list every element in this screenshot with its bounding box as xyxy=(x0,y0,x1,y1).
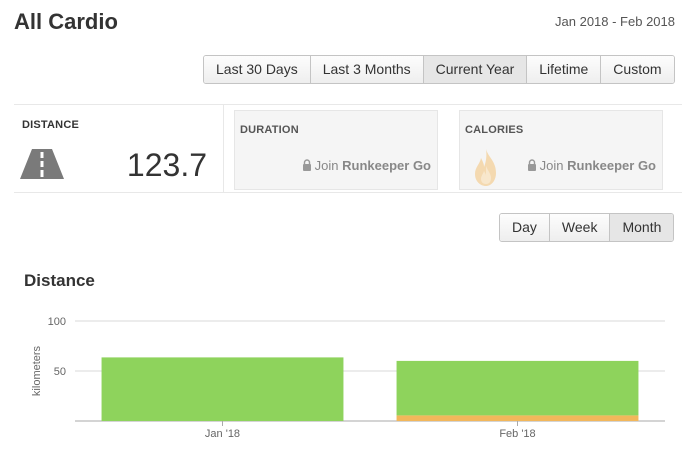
lifetime-button[interactable]: Lifetime xyxy=(526,56,601,83)
calories-label: CALORIES xyxy=(465,124,524,136)
join-runkeeper-go-link[interactable]: Join Runkeeper Go xyxy=(527,158,656,173)
current-year-button[interactable]: Current Year xyxy=(422,56,527,83)
brand-text: Runkeeper Go xyxy=(567,158,656,173)
y-tick-label: 50 xyxy=(54,366,66,378)
x-tick-label: Feb '18 xyxy=(499,428,535,440)
distance-value: 123.7 xyxy=(126,147,207,183)
distance-label: DISTANCE xyxy=(22,119,80,131)
duration-label: DURATION xyxy=(240,124,299,136)
granularity-selector: Day Week Month xyxy=(499,213,675,242)
y-axis-label: kilometers xyxy=(31,345,43,396)
day-button[interactable]: Day xyxy=(500,214,549,241)
lock-icon xyxy=(302,159,311,171)
calories-stat[interactable]: CALORIES Join Runkeeper Go xyxy=(459,110,663,190)
y-tick-label: 100 xyxy=(48,316,66,328)
date-range-selector: Last 30 Days Last 3 Months Current Year … xyxy=(203,55,675,84)
distance-chart: 50 100 kilometers Jan '18 Feb '18 xyxy=(31,316,665,440)
week-button[interactable]: Week xyxy=(548,214,610,241)
brand-text: Runkeeper Go xyxy=(342,158,431,173)
section-title: Distance xyxy=(24,271,95,290)
page-title: All Cardio xyxy=(14,9,118,34)
distance-stat: DISTANCE 123.7 xyxy=(14,105,224,193)
join-runkeeper-go-link[interactable]: Join Runkeeper Go xyxy=(302,158,431,173)
month-button[interactable]: Month xyxy=(609,214,674,241)
join-text: Join xyxy=(314,158,343,173)
bar-1-series-1 xyxy=(396,415,639,421)
date-range: Jan 2018 - Feb 2018 xyxy=(555,14,675,29)
custom-button[interactable]: Custom xyxy=(600,56,674,83)
last-3-months-button[interactable]: Last 3 Months xyxy=(309,56,423,83)
duration-stat[interactable]: DURATION Join Runkeeper Go xyxy=(234,110,438,190)
join-text: Join xyxy=(539,158,568,173)
lock-icon xyxy=(527,159,536,171)
stats-row: DISTANCE 123.7 DURATION Join Runkeeper G… xyxy=(14,104,682,193)
bar-1-series-0 xyxy=(396,360,639,416)
bar-0-series-0 xyxy=(101,357,344,421)
road-icon xyxy=(20,149,64,179)
x-tick-label: Jan '18 xyxy=(205,428,240,440)
last-30-days-button[interactable]: Last 30 Days xyxy=(204,56,310,83)
flame-icon xyxy=(475,149,496,186)
